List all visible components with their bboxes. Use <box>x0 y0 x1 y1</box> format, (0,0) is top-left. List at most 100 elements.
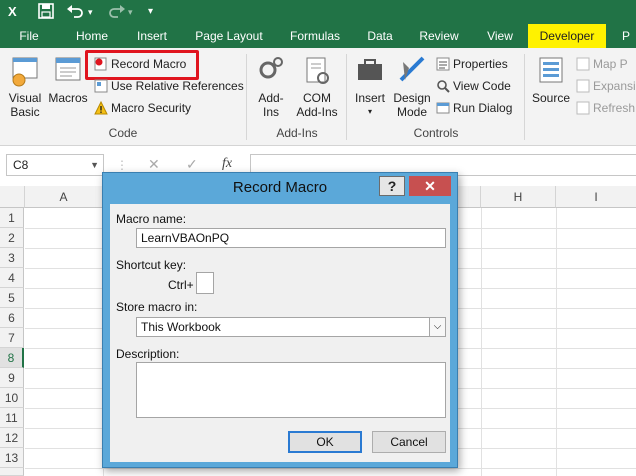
map-properties-button[interactable]: Map P <box>576 54 628 74</box>
source-button[interactable]: Source <box>528 52 574 105</box>
row-header[interactable]: 6 <box>0 308 24 328</box>
properties-icon <box>436 57 450 71</box>
group-separator <box>246 54 247 140</box>
macro-security-button[interactable]: Macro Security <box>94 98 191 118</box>
column-header[interactable]: A <box>25 186 103 208</box>
tab-insert[interactable]: Insert <box>128 24 176 48</box>
properties-button[interactable]: Properties <box>436 54 508 74</box>
record-macro-dialog: Record Macro ? ✕ Macro name: LearnVBAOnP… <box>102 172 458 468</box>
insert-control-button[interactable]: Insert ▾ <box>350 52 390 119</box>
select-all-corner[interactable] <box>0 186 25 208</box>
insert-function-icon[interactable]: fx <box>222 156 232 172</box>
description-label: Description: <box>116 347 180 361</box>
enter-entry-icon[interactable]: ✓ <box>186 156 198 173</box>
ribbon-developer: Visual Basic Macros Record Macro Use Rel… <box>0 48 636 146</box>
design-mode-icon <box>399 56 425 82</box>
tab-power-pivot[interactable]: P <box>616 24 636 48</box>
row-header[interactable]: 5 <box>0 288 24 308</box>
title-bar: X ▾ ▾ ▾ <box>0 0 636 24</box>
undo-icon[interactable] <box>66 3 84 21</box>
add-ins-button[interactable]: Add- Ins <box>252 52 290 119</box>
visual-basic-button[interactable]: Visual Basic <box>4 52 46 119</box>
group-separator <box>346 54 347 140</box>
expansion-packs-button[interactable]: Expansi <box>576 76 636 96</box>
save-icon[interactable] <box>38 3 54 21</box>
customize-qat-icon[interactable]: ▾ <box>148 3 160 21</box>
row-header[interactable]: 7 <box>0 328 24 348</box>
tab-formulas[interactable]: Formulas <box>282 24 348 48</box>
group-label-code: Code <box>108 126 138 140</box>
group-separator <box>524 54 525 140</box>
group-label-controls: Controls <box>413 126 459 140</box>
description-textarea[interactable] <box>136 362 446 418</box>
tab-developer[interactable]: Developer <box>528 24 606 48</box>
macros-icon <box>55 57 81 81</box>
row-header[interactable] <box>0 468 24 476</box>
tab-data[interactable]: Data <box>360 24 400 48</box>
chevron-down-icon[interactable]: ▼ <box>90 155 99 175</box>
row-header-selected[interactable]: 8 <box>0 348 24 368</box>
com-add-ins-icon <box>306 57 329 84</box>
row-header[interactable]: 9 <box>0 368 24 388</box>
redo-dropdown-icon[interactable]: ▾ <box>128 3 138 21</box>
com-add-ins-button[interactable]: COM Add-Ins <box>292 52 342 119</box>
ctrl-label: Ctrl+ <box>168 278 194 292</box>
refresh-data-button[interactable]: Refresh <box>576 98 635 118</box>
shortcut-key-label: Shortcut key: <box>116 258 187 272</box>
tab-home[interactable]: Home <box>68 24 116 48</box>
view-code-button[interactable]: View Code <box>436 76 511 96</box>
tab-page-layout[interactable]: Page Layout <box>188 24 270 48</box>
row-header[interactable]: 4 <box>0 268 24 288</box>
tab-view[interactable]: View <box>478 24 522 48</box>
view-code-icon <box>436 79 450 93</box>
warning-icon <box>94 100 108 115</box>
macro-name-label: Macro name: <box>116 212 187 226</box>
row-header[interactable]: 10 <box>0 388 24 408</box>
row-header[interactable]: 13 <box>0 448 24 468</box>
row-header[interactable]: 3 <box>0 248 24 268</box>
tab-file[interactable]: File <box>8 24 50 48</box>
toolbox-icon <box>358 59 382 80</box>
shortcut-key-input[interactable] <box>196 272 214 294</box>
store-macro-label: Store macro in: <box>116 300 198 314</box>
store-macro-select[interactable]: This Workbook ⌵ <box>136 317 446 337</box>
ok-button[interactable]: OK <box>288 431 362 453</box>
use-relative-references-button[interactable]: Use Relative References <box>94 76 244 96</box>
row-header[interactable]: 11 <box>0 408 24 428</box>
grid-line <box>556 208 557 476</box>
tab-review[interactable]: Review <box>412 24 466 48</box>
cancel-button[interactable]: Cancel <box>372 431 446 453</box>
map-properties-icon <box>576 57 590 71</box>
run-dialog-button[interactable]: Run Dialog <box>436 98 512 118</box>
chevron-down-icon[interactable]: ⌵ <box>429 318 445 336</box>
refresh-icon <box>576 101 590 115</box>
expansion-packs-icon <box>576 79 590 93</box>
ribbon-tabs: File Home Insert Page Layout Formulas Da… <box>0 24 636 48</box>
row-header[interactable]: 12 <box>0 428 24 448</box>
visual-basic-icon <box>12 57 38 87</box>
undo-dropdown-icon[interactable]: ▾ <box>88 3 98 21</box>
grid-line <box>25 468 636 469</box>
run-dialog-icon <box>436 101 450 115</box>
grid-line <box>481 208 482 476</box>
gear-icon <box>259 57 283 79</box>
column-header[interactable]: H <box>481 186 556 208</box>
name-box[interactable]: C8 ▼ <box>6 154 104 176</box>
macros-button[interactable]: Macros <box>46 52 90 105</box>
relative-references-icon <box>94 79 108 93</box>
dialog-body: Macro name: LearnVBAOnPQ Shortcut key: C… <box>110 204 450 462</box>
row-header[interactable]: 1 <box>0 208 24 228</box>
help-button[interactable]: ? <box>379 176 405 196</box>
row-header[interactable]: 2 <box>0 228 24 248</box>
group-label-add-ins: Add-Ins <box>276 126 318 140</box>
excel-app-icon[interactable]: X <box>8 3 28 21</box>
cancel-entry-icon[interactable]: ✕ <box>148 156 160 173</box>
column-header[interactable]: I <box>556 186 636 208</box>
xml-source-icon <box>539 57 563 83</box>
chevron-down-icon: ▾ <box>367 107 372 116</box>
close-button[interactable]: ✕ <box>409 176 451 196</box>
design-mode-button[interactable]: Design Mode <box>390 52 434 119</box>
redo-icon[interactable] <box>108 3 126 21</box>
macro-name-input[interactable]: LearnVBAOnPQ <box>136 228 446 248</box>
formula-bar-splitter[interactable]: ⋮ <box>116 158 128 172</box>
